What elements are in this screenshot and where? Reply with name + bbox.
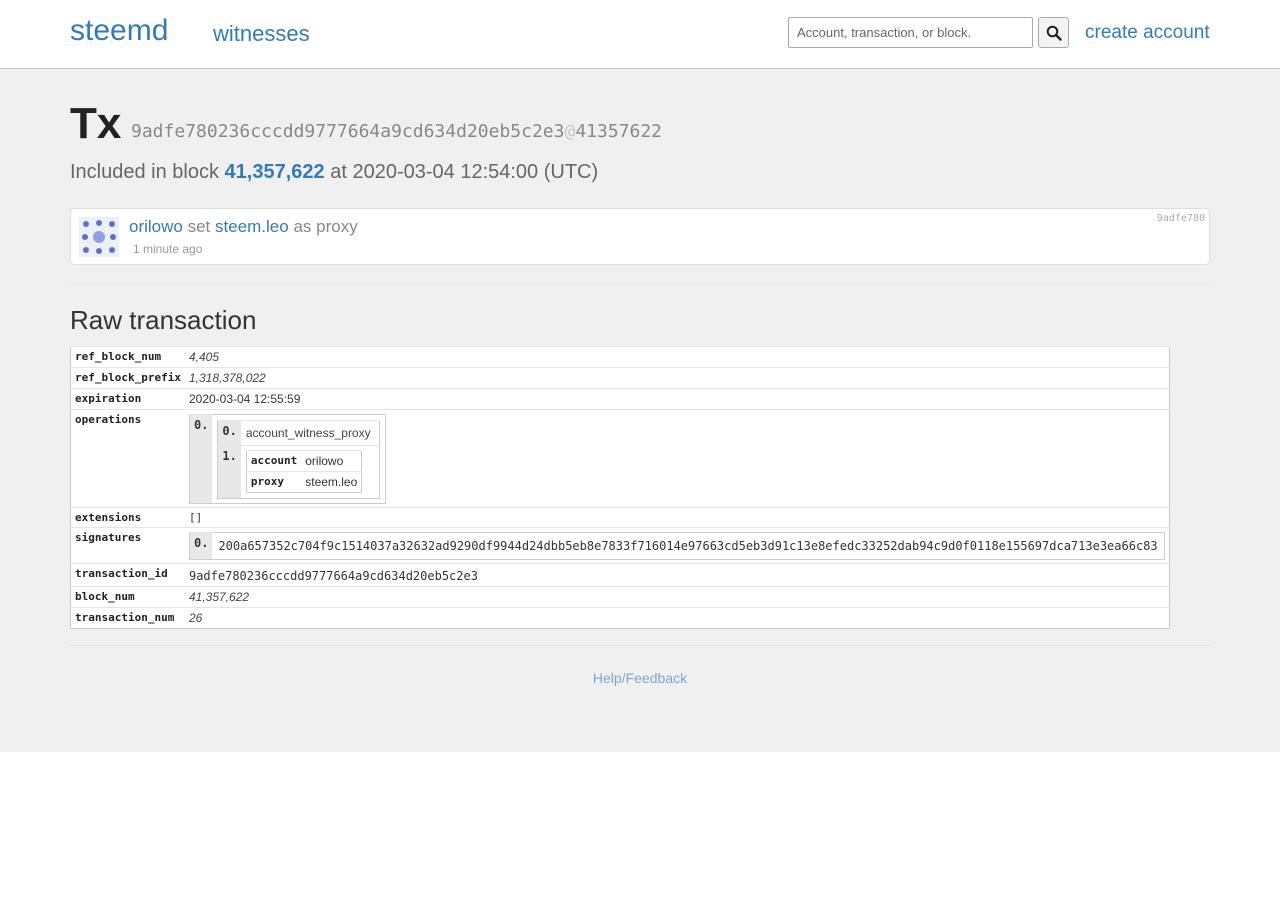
page-title: Tx [70, 99, 122, 148]
operation-index: 0. [189, 414, 213, 504]
row-value: 1,318,378,022 [184, 367, 1170, 389]
divider [70, 645, 1210, 646]
param-value: steem.leo [301, 471, 362, 493]
tx-at-sign: @ [564, 121, 576, 142]
search-input[interactable] [788, 17, 1033, 48]
main-content: Tx 9adfe780236cccdd9777664a9cd634d20eb5c… [0, 69, 1280, 752]
table-row: signatures 0. 200a657352c704f9c1514037a3… [70, 527, 1170, 564]
proxy-link[interactable]: steem.leo [215, 217, 289, 236]
row-key: ref_block_prefix [70, 367, 185, 389]
block-link[interactable]: 41,357,622 [225, 161, 325, 183]
raw-transaction-heading: Raw transaction [70, 305, 257, 335]
table-row: extensions [] [70, 507, 1170, 528]
operation-timestamp: 1 minute ago [133, 242, 203, 256]
row-key: ref_block_num [70, 346, 185, 368]
divider [70, 283, 1210, 284]
row-key: block_num [70, 586, 185, 608]
operations-value: 0. 0. account_witness_proxy 1. account o… [184, 409, 1170, 508]
param-value: orilowo [301, 450, 362, 472]
signatures-value: 0. 200a657352c704f9c1514037a32632ad9290d… [184, 527, 1170, 564]
row-value: 4,405 [184, 346, 1170, 368]
included-suffix: at 2020-03-04 12:54:00 (UTC) [330, 161, 599, 183]
signatures-list: 0. 200a657352c704f9c1514037a32632ad9290d… [188, 532, 1165, 560]
param-key: proxy [246, 471, 302, 493]
tx-block-ref: 41357622 [575, 121, 663, 142]
footer: Help/Feedback [0, 670, 1280, 686]
included-in-block: Included in block 41,357,622 at 2020-03-… [70, 161, 598, 184]
array-index: 1. [217, 445, 241, 499]
signature-index: 0. [189, 532, 213, 560]
operation-verb: set [187, 217, 211, 236]
search-icon [1046, 25, 1062, 41]
row-value: [] [184, 507, 1170, 528]
account-link[interactable]: orilowo [129, 217, 183, 236]
tx-hash-value: 9adfe780236cccdd9777664a9cd634d20eb5c2e3 [131, 121, 565, 142]
table-row: transaction_num 26 [70, 607, 1170, 629]
table-row: expiration 2020-03-04 12:55:59 [70, 388, 1170, 410]
table-row: transaction_id 9adfe780236cccdd9777664a9… [70, 563, 1170, 587]
navbar: steemd witnesses create account [0, 0, 1280, 69]
operation-suffix: as proxy [293, 217, 358, 236]
included-prefix: Included in block [70, 161, 219, 183]
operations-list: 0. 0. account_witness_proxy 1. account o… [188, 414, 387, 504]
row-value: 41,357,622 [184, 586, 1170, 608]
create-account-link[interactable]: create account [1085, 22, 1210, 44]
row-value: 9adfe780236cccdd9777664a9cd634d20eb5c2e3 [184, 563, 1170, 587]
operation-params: account orilowo proxy steem.leo [245, 450, 363, 493]
avatar[interactable] [79, 217, 119, 257]
row-value: 2020-03-04 12:55:59 [184, 388, 1170, 410]
row-key: transaction_num [70, 607, 185, 629]
row-key: operations [70, 409, 185, 508]
table-row: operations 0. 0. account_witness_proxy 1… [70, 409, 1170, 508]
operation-array: 0. account_witness_proxy 1. account oril… [217, 420, 381, 499]
brand-link[interactable]: steemd [70, 14, 168, 48]
row-key: transaction_id [70, 563, 185, 587]
signature-value: 200a657352c704f9c1514037a32632ad9290df99… [218, 539, 1158, 553]
tx-hash: 9adfe780236cccdd9777664a9cd634d20eb5c2e3… [131, 121, 662, 142]
table-row: ref_block_num 4,405 [70, 346, 1170, 368]
row-key: signatures [70, 527, 185, 564]
raw-transaction-table: ref_block_num 4,405 ref_block_prefix 1,3… [70, 346, 1170, 629]
array-index: 0. [217, 420, 241, 446]
operation-text: orilowo set steem.leo as proxy [129, 217, 358, 237]
row-key: expiration [70, 388, 185, 410]
row-key: extensions [70, 507, 185, 528]
operation-short-id[interactable]: 9adfe780 [1157, 213, 1205, 224]
param-key: account [246, 450, 302, 472]
table-row: block_num 41,357,622 [70, 586, 1170, 608]
help-feedback-link[interactable]: Help/Feedback [593, 670, 687, 686]
operation-card: orilowo set steem.leo as proxy 1 minute … [70, 208, 1210, 265]
row-value: 26 [184, 607, 1170, 629]
search-button[interactable] [1038, 17, 1069, 48]
operation-type: account_witness_proxy [240, 420, 380, 446]
table-row: ref_block_prefix 1,318,378,022 [70, 367, 1170, 389]
witnesses-link[interactable]: witnesses [213, 21, 310, 47]
